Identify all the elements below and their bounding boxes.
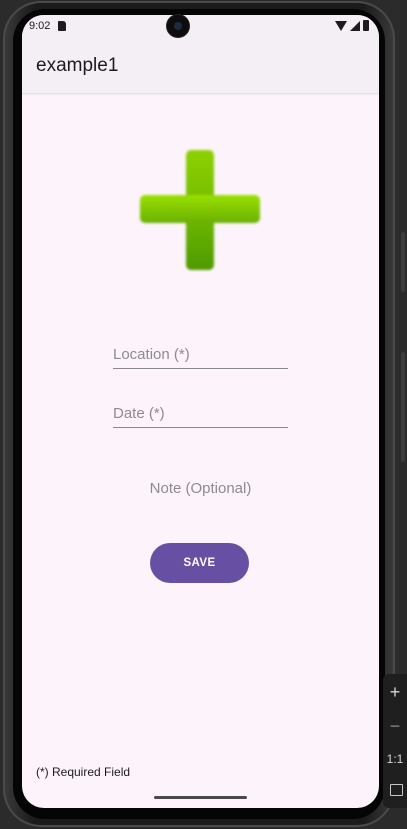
location-input[interactable] [113,346,288,363]
power-button [401,232,405,292]
emulator-toolbar: + − 1:1 [383,674,407,808]
wifi-icon [335,20,347,31]
date-field[interactable] [113,405,288,428]
gesture-nav-handle[interactable] [154,796,247,799]
required-field-note: (*) Required Field [36,765,131,779]
battery-icon [363,20,369,31]
app-title: example1 [36,55,119,76]
location-field[interactable] [113,346,288,369]
zoom-out-button[interactable]: − [383,716,407,737]
signal-icon [350,20,360,31]
note-input[interactable] [122,480,279,497]
fit-screen-icon[interactable] [390,784,403,796]
status-time: 9:02 [29,20,51,32]
app-screen: 9:02 example1 SAVE (*) Required Field [22,15,379,808]
status-bar: 9:02 [22,15,379,37]
app-bar: example1 [22,37,379,93]
plus-icon [140,150,260,270]
actual-size-button[interactable]: 1:1 [383,752,407,766]
status-icons [335,20,369,31]
sd-card-icon [58,21,66,31]
front-camera-icon [167,15,189,37]
date-input[interactable] [113,405,288,422]
zoom-in-button[interactable]: + [383,682,407,703]
volume-button [401,352,405,462]
save-button[interactable]: SAVE [150,543,249,583]
